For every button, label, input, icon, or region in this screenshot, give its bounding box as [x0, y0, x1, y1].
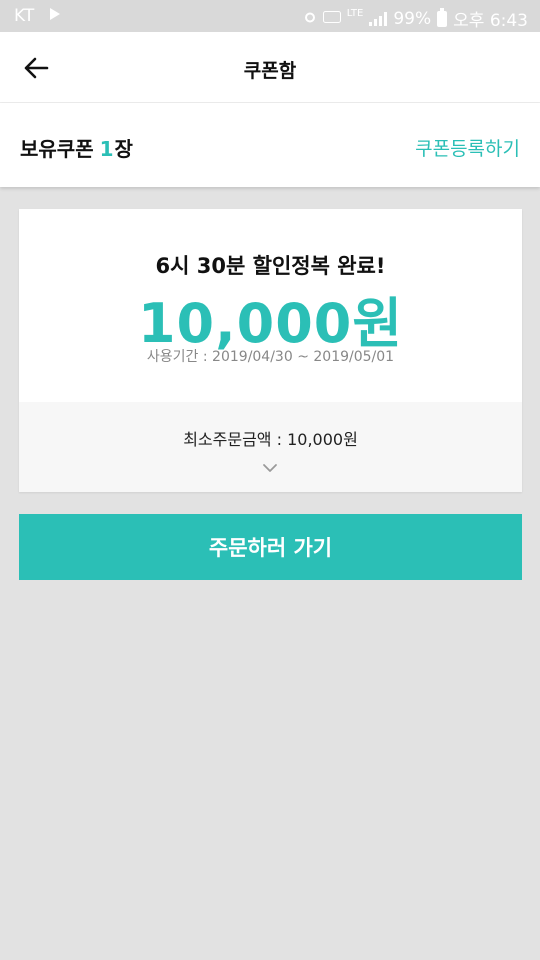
coupon-main: 6시 30분 할인정복 완료! 10,000원 사용기간 : 2019/04/3… [19, 209, 522, 402]
status-bar: KT LTE 99% 오후 6:43 [0, 0, 540, 32]
expand-details-button[interactable] [260, 460, 280, 476]
minimum-order-amount: 최소주문금액 : 10,000원 [183, 430, 358, 449]
signal-icon [369, 11, 388, 26]
battery-icon [437, 7, 448, 27]
holdings-summary: 보유쿠폰 1장 [20, 133, 133, 162]
go-to-order-button[interactable]: 주문하러 가기 [19, 514, 522, 580]
coupon-card: 6시 30분 할인정복 완료! 10,000원 사용기간 : 2019/04/3… [19, 209, 522, 492]
hd-icon [322, 10, 341, 27]
coupon-name: 6시 30분 할인정복 완료! [155, 254, 386, 278]
carrier-label: KT [14, 6, 35, 26]
play-store-icon [48, 7, 62, 25]
coupon-details: 최소주문금액 : 10,000원 [19, 402, 522, 492]
holdings-count: 1 [99, 137, 114, 161]
holdings-unit: 장 [114, 137, 133, 161]
battery-percent: 99% [393, 8, 432, 29]
chevron-down-icon [263, 464, 277, 472]
coupon-holdings-bar: 보유쿠폰 1장 쿠폰등록하기 [0, 103, 540, 187]
network-type: LTE [346, 8, 364, 19]
app-bar: 쿠폰함 [0, 32, 540, 103]
coupon-period: 사용기간 : 2019/04/30 ~ 2019/05/01 [146, 349, 395, 365]
alarm-icon [303, 10, 317, 28]
clock: 오후 6:43 [453, 11, 528, 31]
holdings-label: 보유쿠폰 [20, 137, 94, 161]
page-title: 쿠폰함 [243, 60, 297, 82]
register-coupon-link[interactable]: 쿠폰등록하기 [415, 134, 520, 161]
